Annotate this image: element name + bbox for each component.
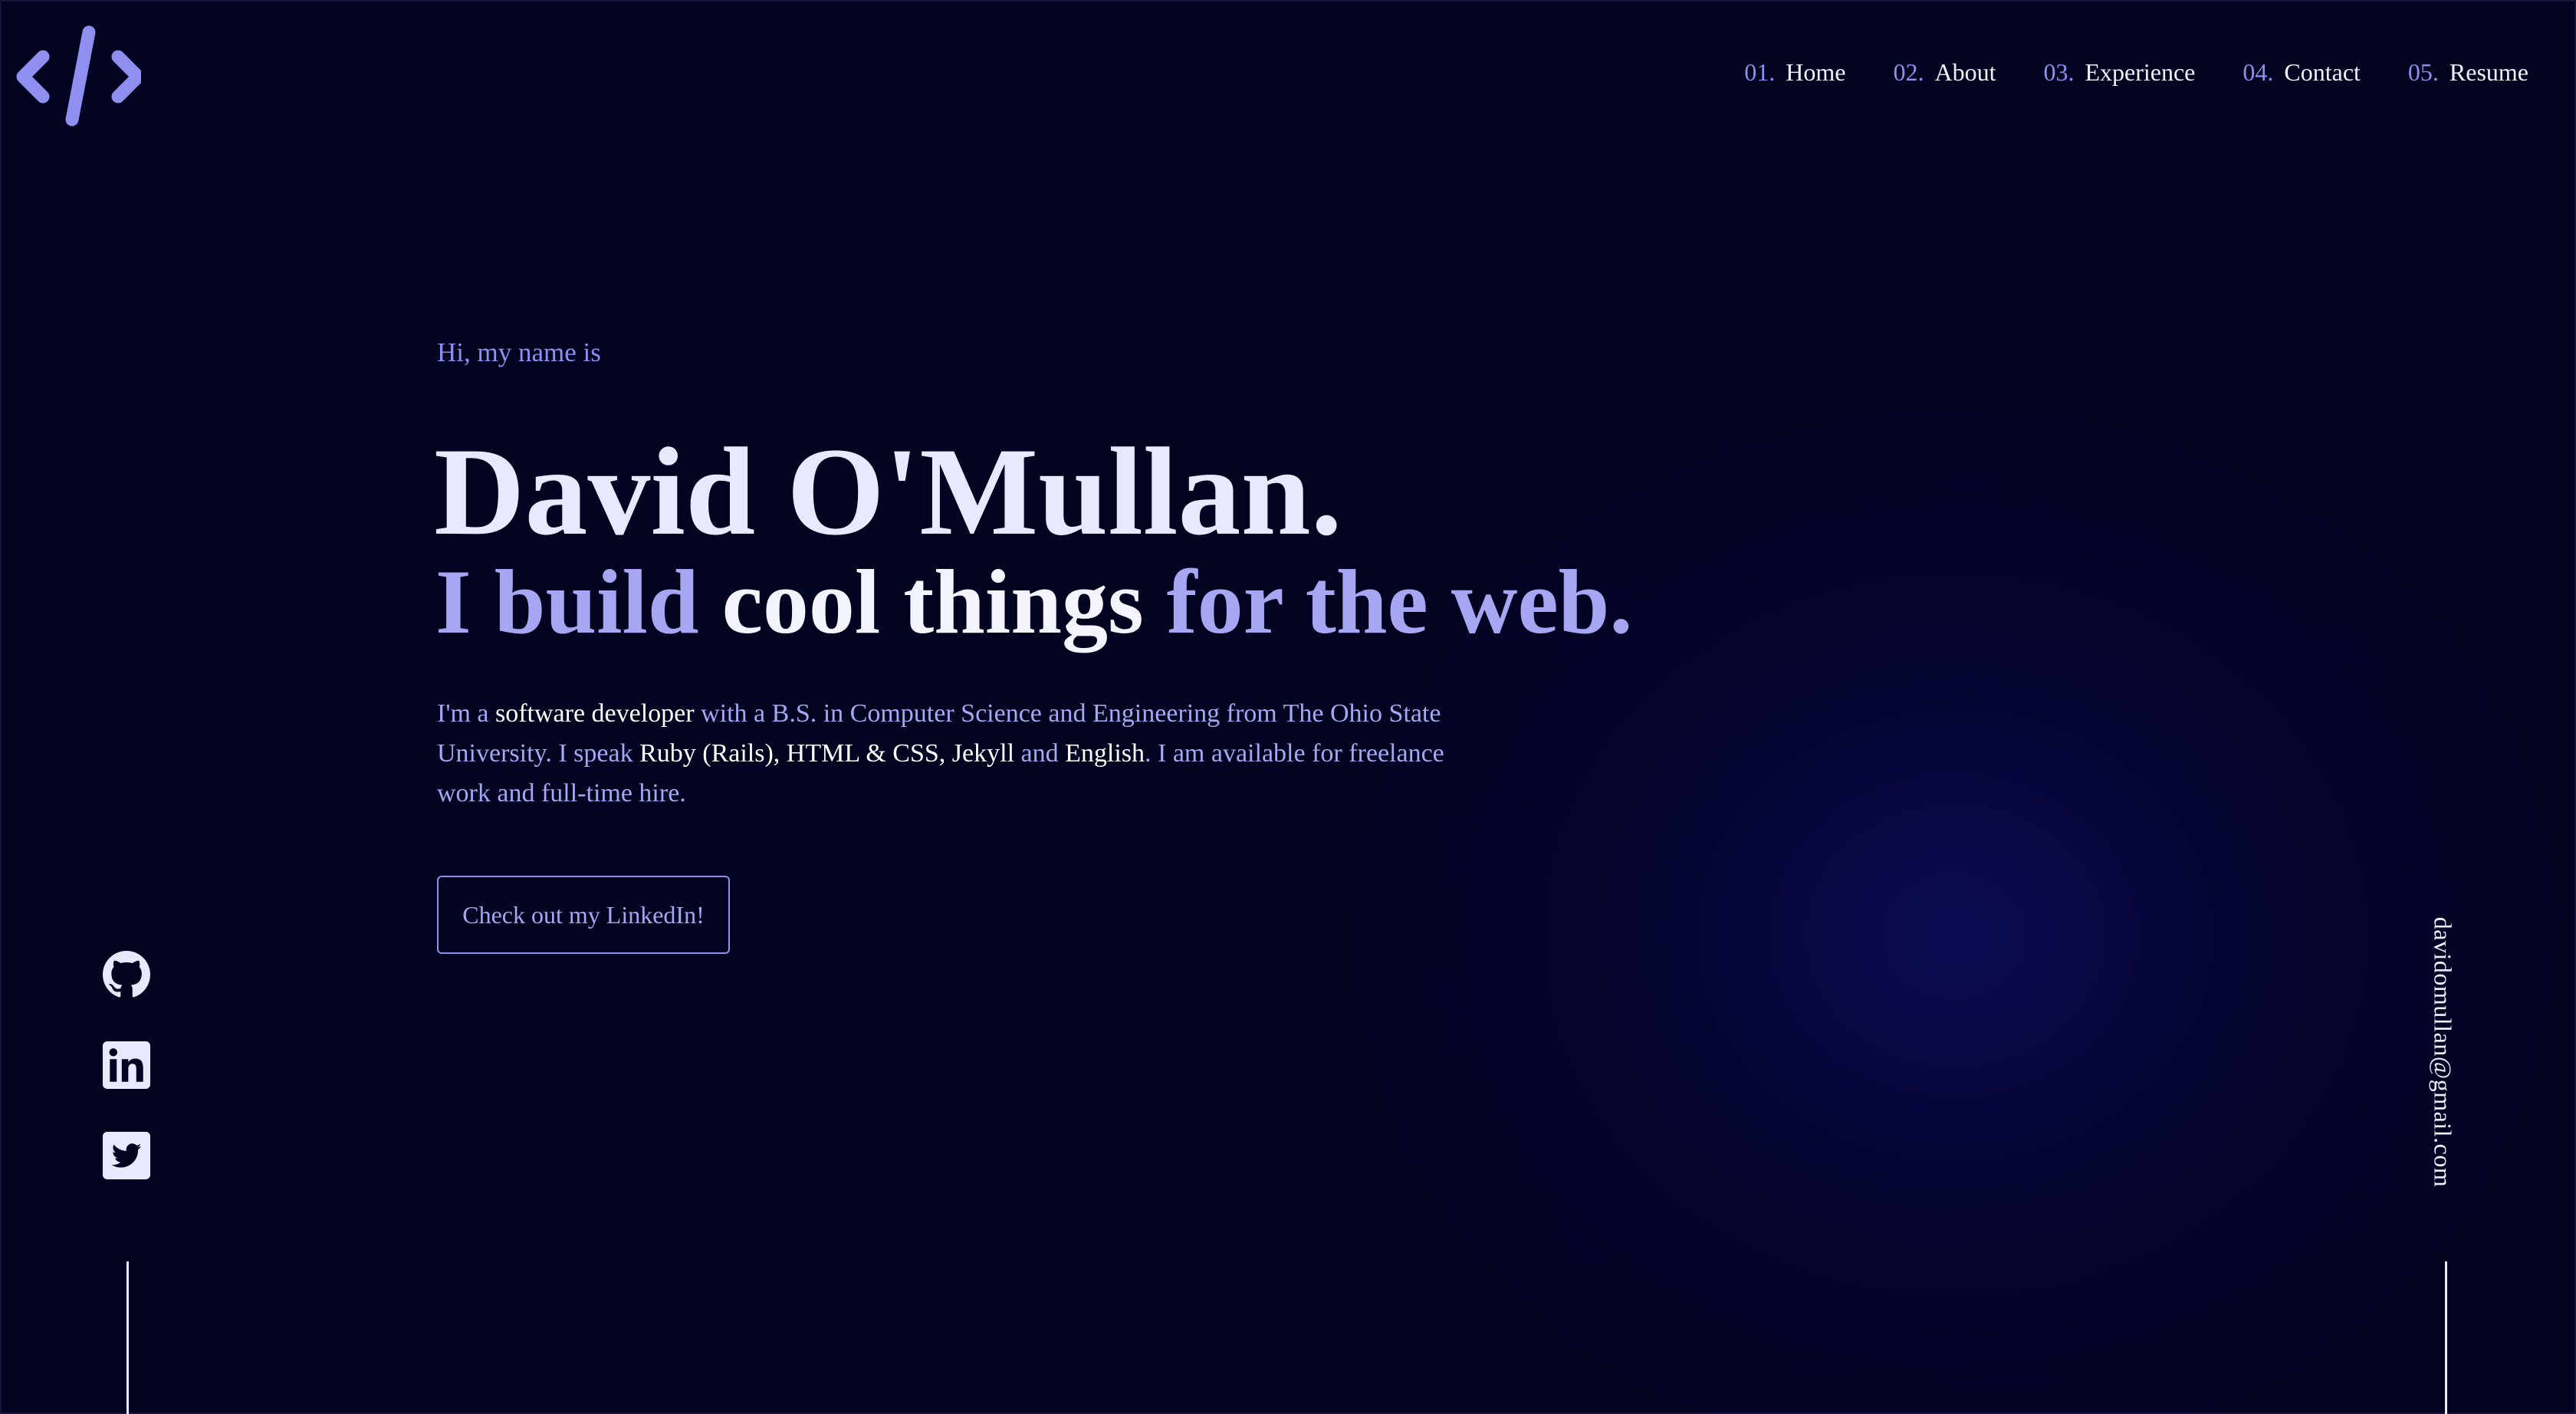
nav-item-experience[interactable]: 03. Experience [2043,58,2195,87]
right-divider-line [2445,1261,2447,1414]
intro-text: I'm a [437,699,495,728]
hero-tagline: I build cool things for the web. [435,556,1632,648]
left-divider-line [127,1261,129,1414]
nav-item-contact[interactable]: 04. Contact [2242,58,2361,87]
tagline-part: for the web. [1143,551,1633,653]
nav-number: 01. [1744,58,1776,86]
nav-label: Resume [2449,58,2528,86]
intro-highlight: English [1065,739,1145,768]
nav-item-home[interactable]: 01. Home [1744,58,1845,87]
main-nav: 01. Home 02. About 03. Experience 04. Co… [1744,58,2528,87]
tagline-highlight: cool things [721,551,1144,653]
nav-number: 05. [2407,58,2439,86]
intro-highlight: Ruby (Rails), HTML & CSS, Jekyll [639,739,1015,768]
code-logo-icon[interactable] [11,25,145,128]
email-link[interactable]: davidomullan@gmail.com [2429,917,2457,1187]
nav-number: 03. [2043,58,2075,86]
nav-item-resume[interactable]: 05. Resume [2408,58,2528,87]
twitter-icon[interactable] [102,1132,151,1179]
greeting-text: Hi, my name is [437,337,601,367]
nav-label: Home [1786,58,1846,86]
nav-item-about[interactable]: 02. About [1893,58,1996,87]
linkedin-icon[interactable] [102,1041,151,1089]
github-icon[interactable] [102,951,151,998]
intro-text: and [1014,739,1066,768]
hero-name: David O'Mullan. [434,423,1342,561]
linkedin-cta-button[interactable]: Check out my LinkedIn! [437,876,730,954]
nav-number: 04. [2242,58,2274,86]
intro-highlight: software developer [495,699,695,728]
nav-label: About [1934,58,1996,86]
tagline-part: I build [435,551,722,653]
nav-number: 02. [1893,58,1924,86]
nav-label: Contact [2284,58,2361,86]
hero-section: Hi, my name is David O'Mullan. I build c… [434,337,1632,954]
social-links [102,951,151,1179]
intro-paragraph: I'm a software developer with a B.S. in … [437,694,1495,814]
nav-label: Experience [2085,58,2196,86]
